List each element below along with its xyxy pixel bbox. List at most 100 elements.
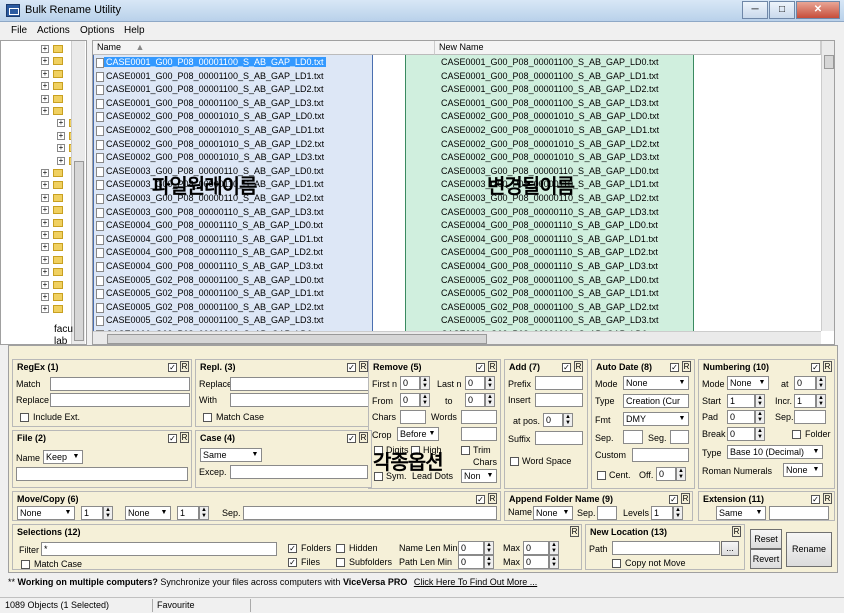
- from-input[interactable]: 0: [400, 393, 420, 407]
- expand-icon[interactable]: +: [41, 193, 49, 202]
- list-horizontal-scrollbar[interactable]: [93, 331, 821, 344]
- autodate-seg-input[interactable]: [670, 430, 689, 444]
- chars-input[interactable]: [400, 410, 426, 424]
- expand-icon[interactable]: +: [41, 218, 49, 227]
- to-input[interactable]: 0: [465, 393, 485, 407]
- table-row[interactable]: CASE0001_G00_P08_00001100_S_AB_GAP_LD1.t…: [93, 70, 818, 84]
- browse-button[interactable]: ...: [721, 541, 739, 556]
- repl-reset-button[interactable]: R: [359, 361, 368, 372]
- appendfolder-sep-input[interactable]: [597, 506, 617, 520]
- remove-enable-checkbox[interactable]: ✓: [476, 363, 485, 372]
- selections-match-case-checkbox[interactable]: [21, 560, 30, 569]
- crop-dropdown[interactable]: Before ▼: [397, 427, 439, 441]
- crop-input[interactable]: [461, 427, 497, 441]
- movecopy-enable-checkbox[interactable]: ✓: [476, 495, 485, 504]
- numbering-type-dropdown[interactable]: Base 10 (Decimal) ▼: [727, 445, 823, 459]
- table-row[interactable]: CASE0004_G00_P08_00001110_S_AB_GAP_LD2.t…: [93, 246, 818, 260]
- name-len-max-spinner[interactable]: ▲ ▼: [549, 541, 559, 555]
- extension-input[interactable]: [769, 506, 829, 520]
- expand-icon[interactable]: +: [41, 107, 49, 115]
- table-row[interactable]: CASE0005_G02_P08_00001100_S_AB_GAP_LD3.t…: [93, 314, 818, 328]
- words-input[interactable]: [461, 410, 497, 424]
- table-row[interactable]: CASE0005_G02_P08_00001100_S_AB_GAP_LD0.t…: [93, 274, 818, 288]
- table-row[interactable]: CASE0001_G00_P08_00001100_S_AB_GAP_LD2.t…: [93, 83, 818, 97]
- table-row[interactable]: CASE0004_G00_P08_00001110_S_AB_GAP_LD0.t…: [93, 219, 818, 233]
- file-name-input[interactable]: [16, 467, 188, 481]
- repl-enable-checkbox[interactable]: ✓: [347, 363, 356, 372]
- copy-not-move-checkbox[interactable]: [612, 559, 621, 568]
- repl-match-case-checkbox[interactable]: [203, 413, 212, 422]
- expand-icon[interactable]: +: [41, 45, 49, 53]
- revert-button[interactable]: Revert: [750, 549, 782, 569]
- expand-icon[interactable]: +: [41, 268, 49, 277]
- menu-actions[interactable]: Actions: [37, 25, 70, 36]
- expand-icon[interactable]: +: [41, 94, 49, 103]
- path-len-min-input[interactable]: 0: [458, 555, 484, 569]
- first-n-spinner[interactable]: ▲ ▼: [420, 376, 430, 390]
- file-reset-button[interactable]: R: [180, 432, 189, 443]
- files-checkbox[interactable]: ✓: [288, 558, 297, 567]
- movecopy-num-1[interactable]: 1: [81, 506, 103, 520]
- break-input[interactable]: 0: [727, 427, 755, 441]
- regex-reset-button[interactable]: R: [180, 361, 189, 372]
- off-input[interactable]: 0: [656, 467, 676, 481]
- levels-spinner[interactable]: ▲ ▼: [673, 506, 683, 520]
- off-spinner[interactable]: ▲ ▼: [676, 467, 686, 481]
- autodate-custom-input[interactable]: [632, 448, 689, 462]
- hidden-checkbox[interactable]: [336, 544, 345, 553]
- table-row[interactable]: CASE0002_G00_P08_00001010_S_AB_GAP_LD3.t…: [93, 151, 818, 165]
- cent-checkbox[interactable]: [597, 471, 606, 480]
- column-header-name[interactable]: Name ▲: [93, 41, 435, 55]
- prefix-input[interactable]: [535, 376, 583, 390]
- menu-help[interactable]: Help: [124, 25, 145, 36]
- table-row[interactable]: CASE0004_G00_P08_00001110_S_AB_GAP_LD1.t…: [93, 233, 818, 247]
- expand-icon[interactable]: +: [41, 231, 49, 239]
- expand-icon[interactable]: +: [41, 243, 49, 252]
- add-reset-button[interactable]: R: [574, 361, 583, 372]
- case-enable-checkbox[interactable]: ✓: [347, 434, 356, 443]
- case-reset-button[interactable]: R: [359, 432, 368, 443]
- tree-item-facu[interactable]: facu: [54, 324, 73, 335]
- filter-input[interactable]: *: [41, 542, 277, 556]
- last-n-spinner[interactable]: ▲ ▼: [485, 376, 495, 390]
- name-len-min-spinner[interactable]: ▲ ▼: [484, 541, 494, 555]
- expand-icon[interactable]: +: [57, 119, 65, 128]
- folder-tree[interactable]: + + + + + + + + + + + + + + + + + + + + + + facu lab: [0, 40, 87, 345]
- table-row[interactable]: CASE0004_G00_P08_00001110_S_AB_GAP_LD3.t…: [93, 260, 818, 274]
- regex-replace-input[interactable]: [50, 393, 190, 407]
- autodate-sep-input[interactable]: [623, 430, 643, 444]
- movecopy-dropdown-1[interactable]: None ▼: [17, 506, 75, 520]
- expand-icon[interactable]: +: [57, 131, 65, 140]
- selections-reset-button[interactable]: R: [570, 526, 579, 537]
- table-row[interactable]: CASE0005_G02_P08_00001100_S_AB_GAP_LD1.t…: [93, 287, 818, 301]
- case-excep-input[interactable]: [230, 465, 368, 479]
- numbering-sep-input[interactable]: [794, 410, 826, 424]
- table-row[interactable]: CASE0002_G00_P08_00001010_S_AB_GAP_LD0.t…: [93, 110, 818, 124]
- autodate-fmt-dropdown[interactable]: DMY ▼: [623, 412, 689, 426]
- autodate-enable-checkbox[interactable]: ✓: [670, 363, 679, 372]
- list-hscroll-thumb[interactable]: [107, 334, 487, 344]
- table-row[interactable]: CASE0002_G00_P08_00001010_S_AB_GAP_LD1.t…: [93, 124, 818, 138]
- trim-checkbox[interactable]: [461, 446, 470, 455]
- movecopy-dropdown-2[interactable]: None ▼: [125, 506, 171, 520]
- expand-icon[interactable]: +: [41, 82, 49, 91]
- remove-reset-button[interactable]: R: [488, 361, 497, 372]
- expand-icon[interactable]: +: [41, 280, 49, 289]
- file-enable-checkbox[interactable]: ✓: [168, 434, 177, 443]
- table-row[interactable]: CASE0005_G02_P08_00001100_S_AB_GAP_LD2.t…: [93, 301, 818, 315]
- expand-icon[interactable]: +: [41, 69, 49, 78]
- expand-icon[interactable]: +: [57, 144, 65, 153]
- tree-scrollbar[interactable]: [71, 41, 85, 344]
- start-spinner[interactable]: ▲ ▼: [755, 394, 765, 408]
- lead-dots-dropdown[interactable]: Non ▼: [461, 469, 497, 483]
- expand-icon[interactable]: +: [41, 206, 49, 215]
- first-n-input[interactable]: 0: [400, 376, 420, 390]
- roman-numerals-dropdown[interactable]: None ▼: [783, 463, 823, 477]
- incr-input[interactable]: 1: [794, 394, 816, 408]
- folder-checkbox[interactable]: [792, 430, 801, 439]
- at-pos-spinner[interactable]: ▲ ▼: [563, 413, 573, 427]
- movecopy-spinner-1[interactable]: ▲ ▼: [103, 506, 113, 520]
- numbering-enable-checkbox[interactable]: ✓: [811, 363, 820, 372]
- expand-icon[interactable]: +: [41, 255, 49, 264]
- repl-replace-input[interactable]: [230, 377, 370, 391]
